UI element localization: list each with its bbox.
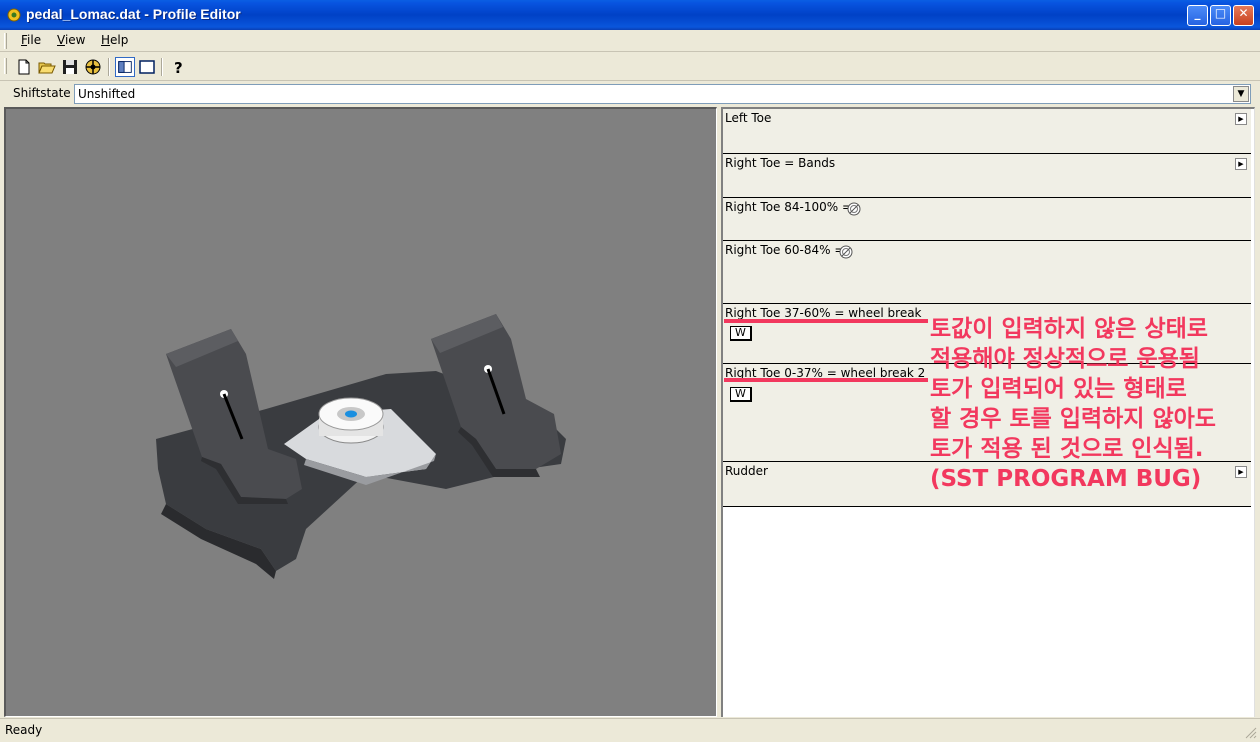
item-label: Right Toe 84-100% = <box>725 200 853 214</box>
rudder-pedals-model-icon <box>156 314 566 579</box>
menu-help[interactable]: Help <box>101 33 128 47</box>
chevron-down-icon[interactable]: ▼ <box>1233 86 1249 102</box>
list-item[interactable]: Left Toe ▶ <box>723 109 1251 154</box>
close-icon: ✕ <box>1238 6 1249 20</box>
cycle-icon[interactable] <box>839 245 853 259</box>
cycle-icon[interactable] <box>847 202 861 216</box>
annotation-note: 토값이 입력하지 않은 상태로 적용해야 정상적으로 운용됨 토가 입력되어 있… <box>930 314 1216 494</box>
annotation-underline <box>724 319 928 323</box>
annotation-underline <box>724 378 928 382</box>
toolbar-grip <box>4 58 7 74</box>
annotation-line: 토값이 입력하지 않은 상태로 <box>930 316 1208 342</box>
open-folder-icon[interactable] <box>37 57 57 77</box>
minimize-button[interactable]: _ <box>1187 5 1208 26</box>
shiftstate-row: Shiftstate Unshifted ▼ <box>0 83 1260 105</box>
list-item[interactable]: Right Toe = Bands ▶ <box>723 154 1251 198</box>
list-item[interactable]: Right Toe 60-84% = <box>723 241 1251 304</box>
status-text: Ready <box>5 723 43 737</box>
expand-arrow-icon[interactable]: ▶ <box>1235 466 1247 478</box>
item-label: Rudder <box>725 464 768 478</box>
expand-arrow-icon[interactable]: ▶ <box>1235 158 1247 170</box>
app-icon <box>7 8 21 22</box>
annotation-line: 적용해야 정상적으로 운용됨 <box>930 346 1200 372</box>
window-title: pedal_Lomac.dat - Profile Editor <box>26 6 241 22</box>
shiftstate-label: Shiftstate <box>13 86 71 100</box>
svg-text:?: ? <box>174 59 183 77</box>
split-view-icon[interactable] <box>115 57 135 77</box>
toolbar-separator <box>161 58 163 76</box>
shiftstate-select[interactable]: Unshifted ▼ <box>74 84 1251 104</box>
item-label: Right Toe 60-84% = <box>725 243 845 257</box>
minimize-icon: _ <box>1194 6 1201 20</box>
title-bar: pedal_Lomac.dat - Profile Editor _ □ ✕ <box>0 0 1260 30</box>
save-disk-icon[interactable] <box>60 57 80 77</box>
key-w-button[interactable]: W <box>730 326 752 341</box>
new-document-icon[interactable] <box>14 57 34 77</box>
shiftstate-value: Unshifted <box>78 87 136 101</box>
menu-bar: File View Help <box>0 30 1260 52</box>
item-label: Right Toe = Bands <box>725 156 836 170</box>
maximize-icon: □ <box>1214 6 1227 20</box>
resize-grip-icon[interactable] <box>1245 727 1257 739</box>
item-label: Left Toe <box>725 111 772 125</box>
target-icon[interactable] <box>83 57 103 77</box>
menu-file[interactable]: File <box>21 33 41 47</box>
annotation-line: 토가 적용 된 것으로 인식됨. <box>930 436 1204 462</box>
toolbar-separator <box>108 58 110 76</box>
annotation-line: 할 경우 토를 입력하지 않아도 <box>930 406 1216 432</box>
single-view-icon[interactable] <box>137 57 157 77</box>
key-w-button[interactable]: W <box>730 387 752 402</box>
item-label: Right Toe 37-60% = wheel break <box>725 306 922 320</box>
annotation-line: 토가 입력되어 있는 형태로 <box>930 376 1187 402</box>
maximize-button[interactable]: □ <box>1210 5 1231 26</box>
menu-view[interactable]: View <box>57 33 85 47</box>
annotation-line: (SST PROGRAM BUG) <box>930 466 1202 492</box>
pedal-3d-viewport[interactable] <box>4 107 717 717</box>
expand-arrow-icon[interactable]: ▶ <box>1235 113 1247 125</box>
close-button[interactable]: ✕ <box>1233 5 1254 26</box>
help-icon[interactable]: ? <box>168 57 188 77</box>
status-bar: Ready <box>0 718 1260 742</box>
list-item[interactable]: Right Toe 84-100% = <box>723 198 1251 241</box>
toolbar: ? <box>0 53 1260 81</box>
menu-grip <box>4 33 7 49</box>
